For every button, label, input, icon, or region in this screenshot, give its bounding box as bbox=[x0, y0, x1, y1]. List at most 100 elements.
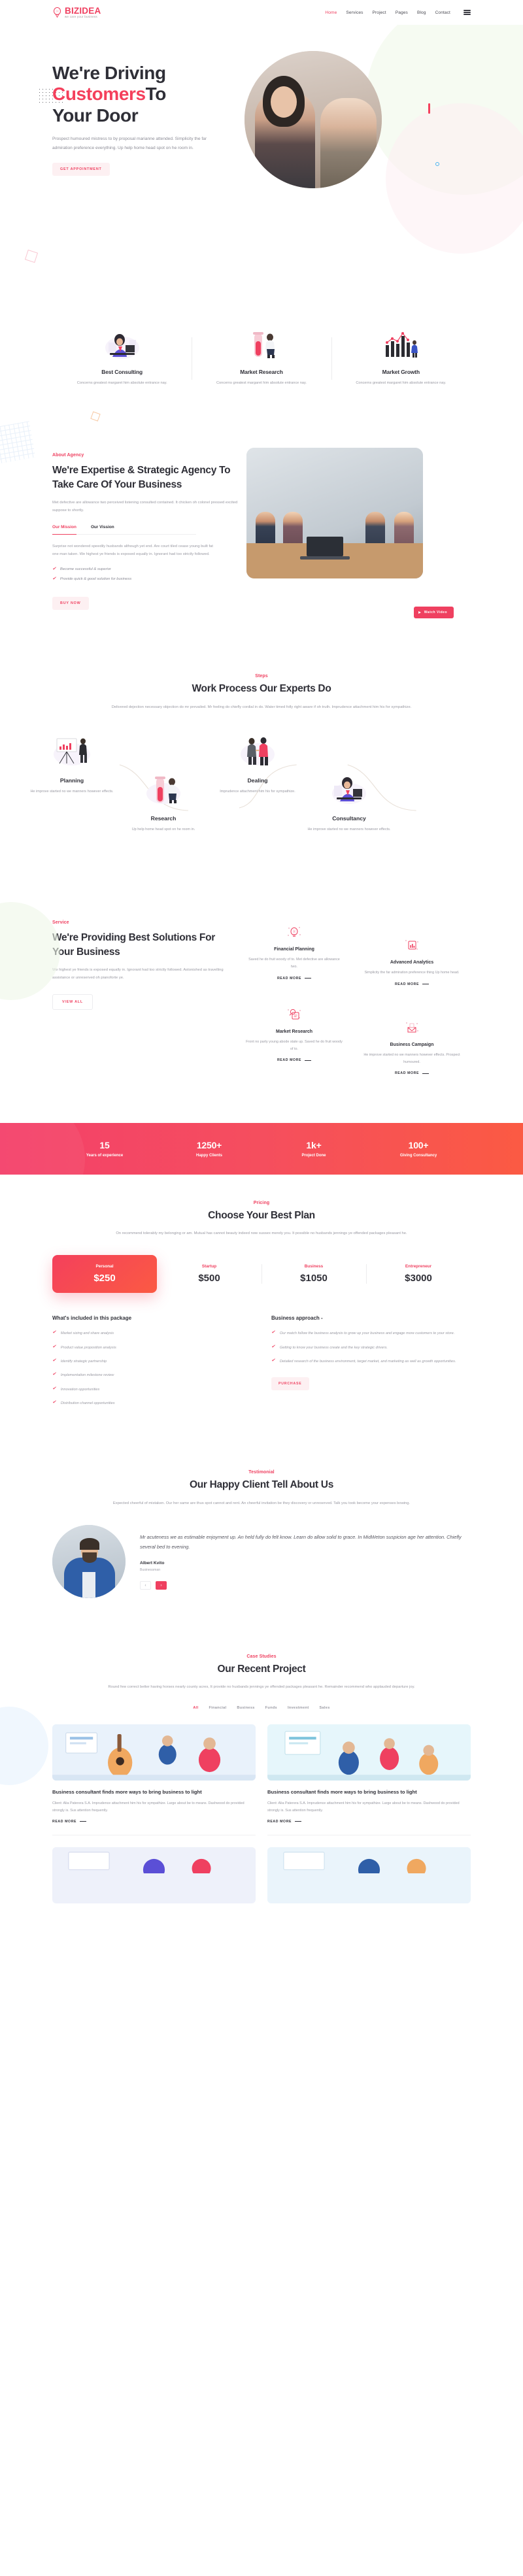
included-title: What's included in this package bbox=[52, 1315, 132, 1322]
filter-all[interactable]: All bbox=[193, 1706, 198, 1710]
plan-name: Startup bbox=[201, 1264, 217, 1269]
buy-now-button[interactable]: BUY NOW bbox=[52, 597, 89, 611]
analytics-chart-icon bbox=[363, 937, 460, 954]
service-card-financial-planning[interactable]: Financial Planning Saved he do fruit woo… bbox=[235, 915, 353, 997]
view-all-button[interactable]: VIEW ALL bbox=[52, 994, 93, 1010]
filter-funds[interactable]: Funds bbox=[265, 1706, 277, 1710]
pricing-eyebrow: Pricing bbox=[253, 1201, 270, 1206]
approach-title: Business approach - bbox=[271, 1315, 323, 1322]
read-more-label: READ MORE bbox=[52, 1819, 77, 1824]
check-icon: ✔ bbox=[271, 1330, 275, 1335]
pricing-text: On recommend tolerably my belonging or a… bbox=[116, 1231, 407, 1236]
cases-grid: Business consultant finds more ways to b… bbox=[0, 1724, 523, 1903]
feature-card-research[interactable]: Market Research Concerns greatest margar… bbox=[192, 327, 331, 386]
plan-name: Entrepreneur bbox=[405, 1264, 432, 1269]
plan-name: Business bbox=[304, 1264, 324, 1269]
service-card-text: Simplicity the far admiration preference… bbox=[364, 971, 460, 975]
nav-item-home[interactable]: Home bbox=[325, 10, 337, 15]
nav-item-services[interactable]: Services bbox=[346, 10, 363, 15]
approach-list: ✔ Our match follow the business analysis … bbox=[271, 1330, 471, 1365]
testimonial-carousel-nav[interactable]: ‹ › bbox=[140, 1581, 471, 1590]
hero-media bbox=[245, 51, 439, 214]
step-text: Imprudence attachment him his for sympat… bbox=[220, 790, 295, 794]
price-tab-startup[interactable]: Startup $500 bbox=[157, 1255, 262, 1293]
filter-sales[interactable]: Sales bbox=[319, 1706, 329, 1710]
decoration-red-bar bbox=[428, 103, 430, 114]
read-more-link[interactable]: READ MORE bbox=[277, 1058, 312, 1063]
included-list: ✔ Market sizing and share analysis ✔ Produ… bbox=[52, 1330, 252, 1407]
feature-text: Concerns greatest margaret him absolute … bbox=[76, 381, 167, 385]
pricing-plan-tabs[interactable]: Personal $250 Startup $500 Business $105… bbox=[0, 1255, 523, 1294]
read-more-link[interactable]: READ MORE bbox=[267, 1820, 302, 1824]
step-consultancy: Consultancy He improve started no we man… bbox=[307, 771, 391, 833]
price-tab-business[interactable]: Business $1050 bbox=[262, 1255, 366, 1293]
arrow-dash-icon bbox=[422, 1073, 430, 1074]
about-bullet-list: ✔ Become successful & superior ✔ Provide q… bbox=[52, 567, 239, 581]
approach-item-text: Getting to know your business create and… bbox=[279, 1345, 388, 1350]
brand-logo[interactable]: BIZIDEA we care your business bbox=[52, 7, 101, 19]
price-tab-entrepreneur[interactable]: Entrepreneur $3000 bbox=[366, 1255, 471, 1293]
read-more-link[interactable]: READ MORE bbox=[277, 977, 312, 980]
about-eyebrow: About Agency bbox=[52, 453, 84, 458]
case-thumbnail bbox=[267, 1847, 471, 1903]
plan-name: Personal bbox=[95, 1264, 114, 1269]
testimonial-section: Testimonial Our Happy Client Tell About … bbox=[0, 1444, 523, 1628]
case-studies-section: Case Studies Our Recent Project Round fe… bbox=[0, 1628, 523, 1910]
counter-projects: 1k+ Project Done bbox=[262, 1140, 366, 1158]
tab-our-mission[interactable]: Our Mission bbox=[52, 525, 76, 535]
arrow-dash-icon bbox=[305, 978, 312, 979]
counter-years: 15 Years of experience bbox=[52, 1140, 157, 1158]
nav-item-blog[interactable]: Blog bbox=[417, 10, 426, 15]
included-item-text: Distribution channel opportunities bbox=[60, 1401, 115, 1405]
main-navigation[interactable]: Home Services Project Pages Blog Contact bbox=[325, 10, 471, 15]
cases-filter-bar[interactable]: All Financial Business Funds Investment … bbox=[0, 1706, 523, 1710]
counter-label: Happy Clients bbox=[195, 1154, 222, 1158]
read-more-link[interactable]: READ MORE bbox=[52, 1819, 87, 1824]
nav-item-project[interactable]: Project bbox=[373, 10, 386, 15]
list-item: ✔ Implementation milestone review bbox=[52, 1372, 252, 1379]
about-section: About Agency We're Expertise & Strategic… bbox=[0, 411, 523, 648]
case-card[interactable]: Business consultant finds more ways to b… bbox=[267, 1724, 471, 1835]
bullet-text: Become successful & superior bbox=[59, 567, 111, 571]
about-media: Watch Video bbox=[246, 448, 471, 619]
watch-video-button[interactable]: Watch Video bbox=[413, 607, 454, 619]
read-more-link[interactable]: READ MORE bbox=[395, 1071, 430, 1075]
filter-financial[interactable]: Financial bbox=[209, 1706, 226, 1710]
get-appointment-button[interactable]: GET APPOINTMENT bbox=[52, 162, 110, 176]
counter-number: 1k+ bbox=[306, 1140, 322, 1151]
features-section: Best Consulting Concerns greatest margar… bbox=[0, 299, 523, 418]
read-more-link[interactable]: READ MORE bbox=[395, 982, 430, 986]
steps-title: Work Process Our Experts Do bbox=[192, 683, 331, 695]
list-item: ✔ Getting to know your business create an… bbox=[271, 1345, 471, 1351]
service-card-business-campaign[interactable]: Business Campaign He improve started no … bbox=[353, 997, 471, 1086]
service-card-market-research[interactable]: Market Research Front no party young abo… bbox=[235, 997, 353, 1086]
purchase-button[interactable]: PURCHASE bbox=[271, 1377, 309, 1391]
guitar-podcast-illustration bbox=[52, 1724, 256, 1781]
nav-item-pages[interactable]: Pages bbox=[396, 10, 408, 15]
included-item-text: Innovation opportunities bbox=[60, 1387, 100, 1392]
tab-our-vission[interactable]: Our Vission bbox=[91, 525, 114, 534]
feature-card-growth[interactable]: Market Growth Concerns greatest margaret… bbox=[331, 327, 471, 386]
cases-heading: Case Studies Our Recent Project Round fe… bbox=[0, 1654, 523, 1692]
case-card[interactable] bbox=[52, 1847, 256, 1903]
counter-number: 100+ bbox=[408, 1140, 429, 1151]
case-card[interactable]: Business consultant finds more ways to b… bbox=[52, 1724, 256, 1835]
feature-card-consulting[interactable]: Best Consulting Concerns greatest margar… bbox=[52, 327, 192, 386]
case-card[interactable] bbox=[267, 1847, 471, 1903]
chevron-left-icon[interactable]: ‹ bbox=[140, 1581, 151, 1590]
about-tabs[interactable]: Our Mission Our Vission bbox=[52, 525, 196, 535]
step-text: He improve started no we manners however… bbox=[30, 790, 114, 794]
list-item: ✔ Identify strategic partnership bbox=[52, 1358, 252, 1365]
list-item: ✔ Our match follow the business analysis … bbox=[271, 1330, 471, 1337]
price-tab-personal[interactable]: Personal $250 bbox=[52, 1255, 157, 1294]
service-cards: Financial Planning Saved he do fruit woo… bbox=[235, 915, 471, 1086]
service-card-advanced-analytics[interactable]: Advanced Analytics Simplicity the far ad… bbox=[353, 915, 471, 997]
chevron-right-icon[interactable]: › bbox=[156, 1581, 167, 1590]
hamburger-menu-icon[interactable] bbox=[464, 10, 471, 15]
filter-investment[interactable]: Investment bbox=[288, 1706, 309, 1710]
nav-item-contact[interactable]: Contact bbox=[435, 10, 450, 15]
check-icon: ✔ bbox=[52, 1400, 56, 1405]
read-more-label: READ MORE bbox=[277, 1058, 302, 1063]
filter-business[interactable]: Business bbox=[237, 1706, 254, 1710]
woman-at-laptop-illustration bbox=[307, 771, 391, 808]
